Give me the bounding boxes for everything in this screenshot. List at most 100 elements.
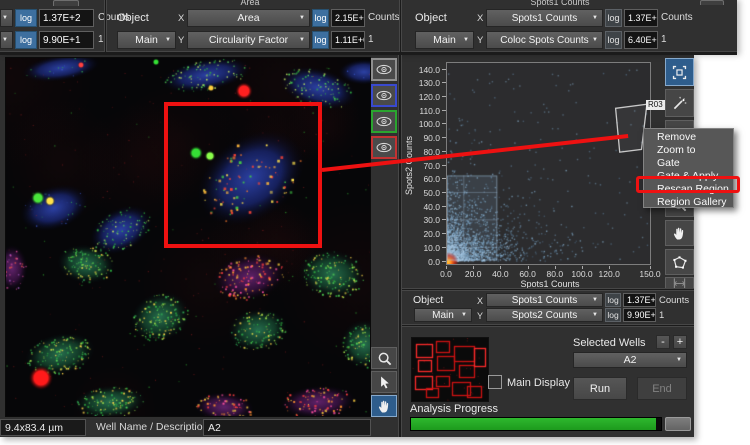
log-toggle[interactable]: log <box>605 293 621 307</box>
chevron-down-icon: ▼ <box>592 15 598 21</box>
channel-toggle-all[interactable] <box>371 58 397 81</box>
y-axis-label: Y <box>477 311 484 321</box>
remove-well-button[interactable]: - <box>656 335 670 349</box>
x-max-value[interactable]: 1.37E+2 <box>623 293 656 307</box>
x-axis-label: X <box>477 13 484 24</box>
y-tick-mark <box>442 95 446 97</box>
y-max-value[interactable]: 9.90E+1 <box>623 308 656 322</box>
y-feature-value: Circularity Factor <box>208 34 289 46</box>
section-divider <box>402 288 694 291</box>
y-max-value[interactable]: 6.40E+1 <box>624 31 658 49</box>
x-feature-dropdown[interactable]: Area ▼ <box>187 9 310 27</box>
eye-icon <box>375 141 393 154</box>
log-toggle[interactable]: log <box>605 9 622 27</box>
region-tag: R03 <box>646 100 665 110</box>
polygon-gate-tool[interactable] <box>665 249 694 275</box>
y-tick-label: 120.0 <box>418 91 440 102</box>
x-max-value[interactable]: 1.37E+2 <box>39 9 94 27</box>
clipped-x-dropdown[interactable]: ▼ <box>0 9 13 27</box>
application-window: ▼ log 1.37E+2 Counts ▼ log 9.90E+1 1 Are… <box>0 0 750 445</box>
progress-bar-track <box>410 417 662 431</box>
select-region-icon <box>671 64 688 81</box>
region-overlay <box>614 103 648 153</box>
clipped-y-dropdown[interactable]: ▼ <box>0 31 13 49</box>
image-zoom-tool[interactable] <box>371 347 397 369</box>
chevron-down-icon: ▼ <box>592 37 598 43</box>
log-toggle[interactable]: log <box>15 31 37 49</box>
channel-toggle-green[interactable] <box>371 110 397 133</box>
analysis-progress-label: Analysis Progress <box>410 403 499 415</box>
run-button[interactable]: Run <box>573 377 627 400</box>
y-feature-value: Coloc Spots Counts <box>500 34 589 46</box>
y-feature-dropdown[interactable]: Coloc Spots Counts ▼ <box>486 31 603 49</box>
x-axis-label: X <box>178 13 185 24</box>
pan-tool[interactable] <box>665 220 694 246</box>
x-feature-dropdown[interactable]: Spots1 Counts ▼ <box>486 293 603 307</box>
log-toggle[interactable]: log <box>605 31 622 49</box>
y-tick-mark <box>442 150 446 152</box>
menu-item-zoom-to[interactable]: Zoom to <box>644 143 733 156</box>
image-pan-tool[interactable] <box>371 395 397 417</box>
y-max-value[interactable]: 1.11E+0 <box>331 31 365 49</box>
log-toggle[interactable]: log <box>312 31 329 49</box>
well-name-field[interactable]: A2 <box>203 419 371 436</box>
y-tick-mark <box>442 219 446 221</box>
menu-item-remove[interactable]: Remove <box>644 130 733 143</box>
channel-toggle-blue[interactable] <box>371 84 397 107</box>
selected-well-dropdown[interactable]: A2 ▼ <box>573 352 687 368</box>
log-toggle[interactable]: log <box>312 9 329 27</box>
y-tick-label: 60.0 <box>423 174 440 185</box>
y-feature-dropdown[interactable]: Circularity Factor ▼ <box>187 31 310 49</box>
group-divider <box>399 0 402 52</box>
select-region-tool[interactable] <box>665 58 694 86</box>
object-label: Object <box>413 294 444 306</box>
add-well-button[interactable]: + <box>673 335 687 349</box>
main-display-label: Main Display <box>507 377 570 389</box>
image-cursor-tool[interactable] <box>371 371 397 393</box>
scale-field[interactable]: 9.4x83.4 µm <box>0 419 86 436</box>
object-dropdown[interactable]: Main ▼ <box>414 308 472 322</box>
chevron-down-icon: ▼ <box>676 357 682 363</box>
x-feature-dropdown[interactable]: Spots1 Counts ▼ <box>486 9 603 27</box>
chevron-down-icon: ▼ <box>2 15 8 21</box>
x-tick-label: 120.0 <box>598 269 620 279</box>
x-max-value[interactable]: 1.37E+2 <box>624 9 658 27</box>
well-name-label: Well Name / Description <box>96 421 209 433</box>
clipped-toolbar-icon <box>700 0 724 5</box>
y-axis-label: Y <box>178 35 185 46</box>
y-feature-dropdown[interactable]: Spots2 Counts ▼ <box>486 308 603 322</box>
y-tick-label: 30.0 <box>423 215 440 226</box>
y-tick-mark <box>442 109 446 111</box>
x-unit-label: Counts <box>368 12 400 23</box>
log-toggle[interactable]: log <box>15 9 37 27</box>
section-divider <box>402 324 694 327</box>
menu-item-gate[interactable]: Gate <box>644 156 733 169</box>
polygon-gate-icon <box>671 254 688 271</box>
x-tick-label: 60.0 <box>519 269 536 279</box>
x-feature-value: Spots1 Counts <box>511 294 578 306</box>
object-label: Object <box>415 12 447 24</box>
end-button[interactable]: End <box>637 377 687 400</box>
object-dropdown[interactable]: Main ▼ <box>415 31 474 49</box>
y-tick-mark <box>442 260 446 262</box>
menu-item-region-gallery[interactable]: Region Gallery <box>644 195 733 208</box>
progress-end-button[interactable] <box>665 417 691 431</box>
object-value: Main <box>433 34 456 46</box>
clipped-toolbar-icon <box>53 0 79 6</box>
main-display-checkbox[interactable] <box>488 375 502 389</box>
x-max-value[interactable]: 2.15E+4 <box>331 9 365 27</box>
object-label: Object <box>117 12 149 24</box>
object-dropdown[interactable]: Main ▼ <box>117 31 176 49</box>
eye-icon <box>375 115 393 128</box>
panel-title: Spots1 Counts <box>530 0 590 7</box>
pan-icon <box>376 398 392 414</box>
y-unit-label: 1 <box>98 34 104 45</box>
log-toggle[interactable]: log <box>605 308 621 322</box>
channel-toggle-red[interactable] <box>371 136 397 159</box>
cursor-icon <box>376 374 392 390</box>
y-max-value[interactable]: 9.90E+1 <box>39 31 94 49</box>
y-tick-label: 110.0 <box>419 105 440 116</box>
magic-wand-tool[interactable] <box>665 89 694 117</box>
x-tick-label: 40.0 <box>492 269 509 279</box>
y-tick-mark <box>442 205 446 207</box>
